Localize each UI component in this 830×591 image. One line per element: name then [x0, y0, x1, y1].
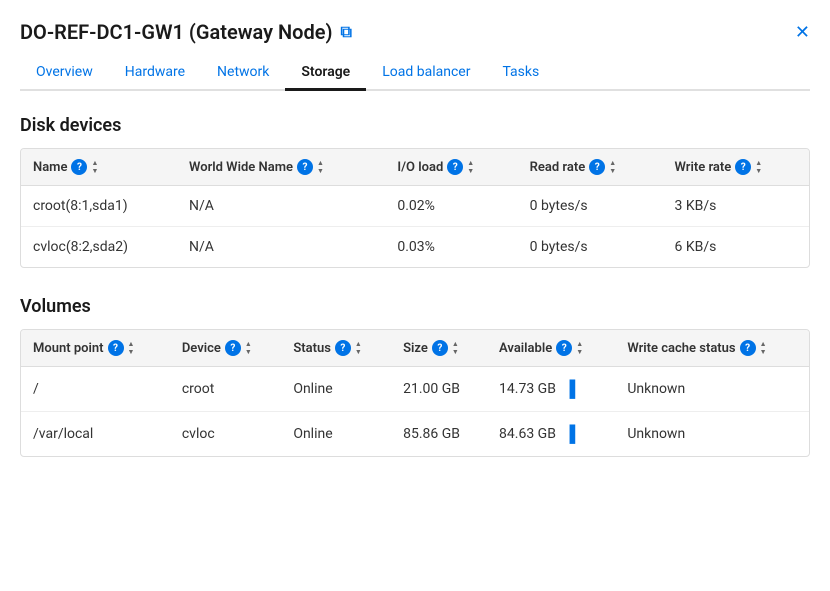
size-sort-icon[interactable]: [452, 341, 459, 356]
vol-write-cache-cell: Unknown: [615, 412, 809, 457]
vol-size-cell: 85.86 GB: [391, 412, 487, 457]
disk-devices-header-row: Name ? World Wide Name ?: [21, 149, 809, 186]
disk-device-row: cvloc(8:2,sda2) N/A 0.03% 0 bytes/s 6 KB…: [21, 227, 809, 268]
write-cache-help-icon[interactable]: ?: [740, 340, 756, 356]
close-icon[interactable]: ✕: [795, 22, 810, 43]
main-panel: DO-REF-DC1-GW1 (Gateway Node) ⧉ ✕ Overvi…: [0, 0, 830, 505]
volumes-title: Volumes: [20, 296, 810, 317]
disk-wwn-cell: N/A: [177, 227, 385, 268]
disk-wwn-cell: N/A: [177, 186, 385, 227]
mount-point-help-icon[interactable]: ?: [108, 340, 124, 356]
volume-row: / croot Online 21.00 GB 14.73 GB ▐ Unkno…: [21, 367, 809, 412]
disk-devices-title: Disk devices: [20, 115, 810, 136]
vol-device-cell: croot: [170, 367, 281, 412]
col-name: Name ?: [21, 149, 177, 186]
panel-header: DO-REF-DC1-GW1 (Gateway Node) ⧉ ✕: [20, 20, 810, 44]
disk-io-cell: 0.02%: [385, 186, 517, 227]
vol-size-cell: 21.00 GB: [391, 367, 487, 412]
volumes-table: Mount point ? Device ?: [21, 330, 809, 456]
name-sort-icon[interactable]: [91, 160, 98, 175]
tab-hardware[interactable]: Hardware: [109, 56, 201, 91]
available-bar-icon[interactable]: ▐: [564, 424, 575, 444]
available-bar-icon[interactable]: ▐: [564, 379, 575, 399]
tab-bar: Overview Hardware Network Storage Load b…: [20, 56, 810, 91]
volumes-table-wrapper: Mount point ? Device ?: [20, 329, 810, 457]
tab-overview[interactable]: Overview: [20, 56, 109, 91]
col-mount-point: Mount point ?: [21, 330, 170, 367]
col-size: Size ?: [391, 330, 487, 367]
vol-available-cell: 14.73 GB ▐: [487, 367, 615, 412]
vol-status-cell: Online: [281, 367, 391, 412]
disk-name-cell: croot(8:1,sda1): [21, 186, 177, 227]
wwn-help-icon[interactable]: ?: [297, 159, 313, 175]
disk-write-rate-cell: 3 KB/s: [663, 186, 809, 227]
device-help-icon[interactable]: ?: [225, 340, 241, 356]
status-sort-icon[interactable]: [355, 341, 362, 356]
col-status: Status ?: [281, 330, 391, 367]
available-sort-icon[interactable]: [576, 341, 583, 356]
tab-load-balancer[interactable]: Load balancer: [366, 56, 486, 91]
available-help-icon[interactable]: ?: [556, 340, 572, 356]
disk-name-cell: cvloc(8:2,sda2): [21, 227, 177, 268]
disk-read-rate-cell: 0 bytes/s: [518, 186, 663, 227]
size-help-icon[interactable]: ?: [432, 340, 448, 356]
col-available: Available ?: [487, 330, 615, 367]
mount-point-sort-icon[interactable]: [128, 341, 135, 356]
write-rate-sort-icon[interactable]: [755, 160, 762, 175]
volume-row: /var/local cvloc Online 85.86 GB 84.63 G…: [21, 412, 809, 457]
col-wwn: World Wide Name ?: [177, 149, 385, 186]
name-help-icon[interactable]: ?: [71, 159, 87, 175]
col-write-rate: Write rate ?: [663, 149, 809, 186]
volumes-header-row: Mount point ? Device ?: [21, 330, 809, 367]
status-help-icon[interactable]: ?: [335, 340, 351, 356]
col-read-rate: Read rate ?: [518, 149, 663, 186]
disk-device-row: croot(8:1,sda1) N/A 0.02% 0 bytes/s 3 KB…: [21, 186, 809, 227]
read-rate-sort-icon[interactable]: [609, 160, 616, 175]
col-write-cache-status: Write cache status ?: [615, 330, 809, 367]
io-sort-icon[interactable]: [467, 160, 474, 175]
vol-mount-cell: /: [21, 367, 170, 412]
disk-devices-table: Name ? World Wide Name ?: [21, 149, 809, 267]
disk-read-rate-cell: 0 bytes/s: [518, 227, 663, 268]
panel-title: DO-REF-DC1-GW1 (Gateway Node) ⧉: [20, 20, 352, 44]
title-text: DO-REF-DC1-GW1 (Gateway Node): [20, 20, 333, 44]
disk-devices-table-wrapper: Name ? World Wide Name ?: [20, 148, 810, 268]
vol-device-cell: cvloc: [170, 412, 281, 457]
device-sort-icon[interactable]: [245, 341, 252, 356]
io-help-icon[interactable]: ?: [447, 159, 463, 175]
col-device: Device ?: [170, 330, 281, 367]
external-link-icon[interactable]: ⧉: [341, 22, 352, 42]
vol-mount-cell: /var/local: [21, 412, 170, 457]
vol-available-cell: 84.63 GB ▐: [487, 412, 615, 457]
tab-tasks[interactable]: Tasks: [486, 56, 555, 91]
disk-write-rate-cell: 6 KB/s: [663, 227, 809, 268]
write-rate-help-icon[interactable]: ?: [735, 159, 751, 175]
vol-status-cell: Online: [281, 412, 391, 457]
vol-write-cache-cell: Unknown: [615, 367, 809, 412]
disk-io-cell: 0.03%: [385, 227, 517, 268]
wwn-sort-icon[interactable]: [317, 160, 324, 175]
tab-network[interactable]: Network: [201, 56, 285, 91]
col-io-load: I/O load ?: [385, 149, 517, 186]
read-rate-help-icon[interactable]: ?: [589, 159, 605, 175]
write-cache-sort-icon[interactable]: [760, 341, 767, 356]
tab-storage[interactable]: Storage: [285, 56, 366, 91]
